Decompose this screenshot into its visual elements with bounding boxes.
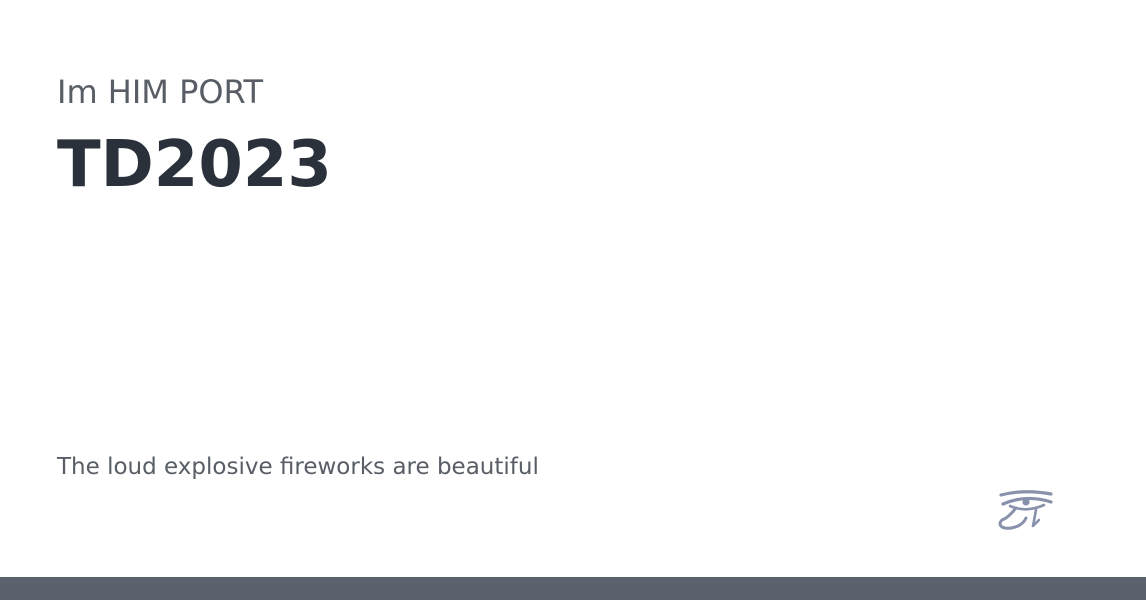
social-preview-card: Im HIM PORT TD2023 The loud explosive fi… (0, 0, 1146, 600)
page-description: The loud explosive fireworks are beautif… (57, 454, 539, 480)
bottom-bar (0, 577, 1146, 600)
page-title: TD2023 (57, 128, 332, 202)
logo-shape (998, 490, 1053, 530)
site-name: Im HIM PORT (57, 73, 263, 111)
eye-of-horus-icon (998, 490, 1053, 530)
logo-pupil (1022, 498, 1030, 506)
